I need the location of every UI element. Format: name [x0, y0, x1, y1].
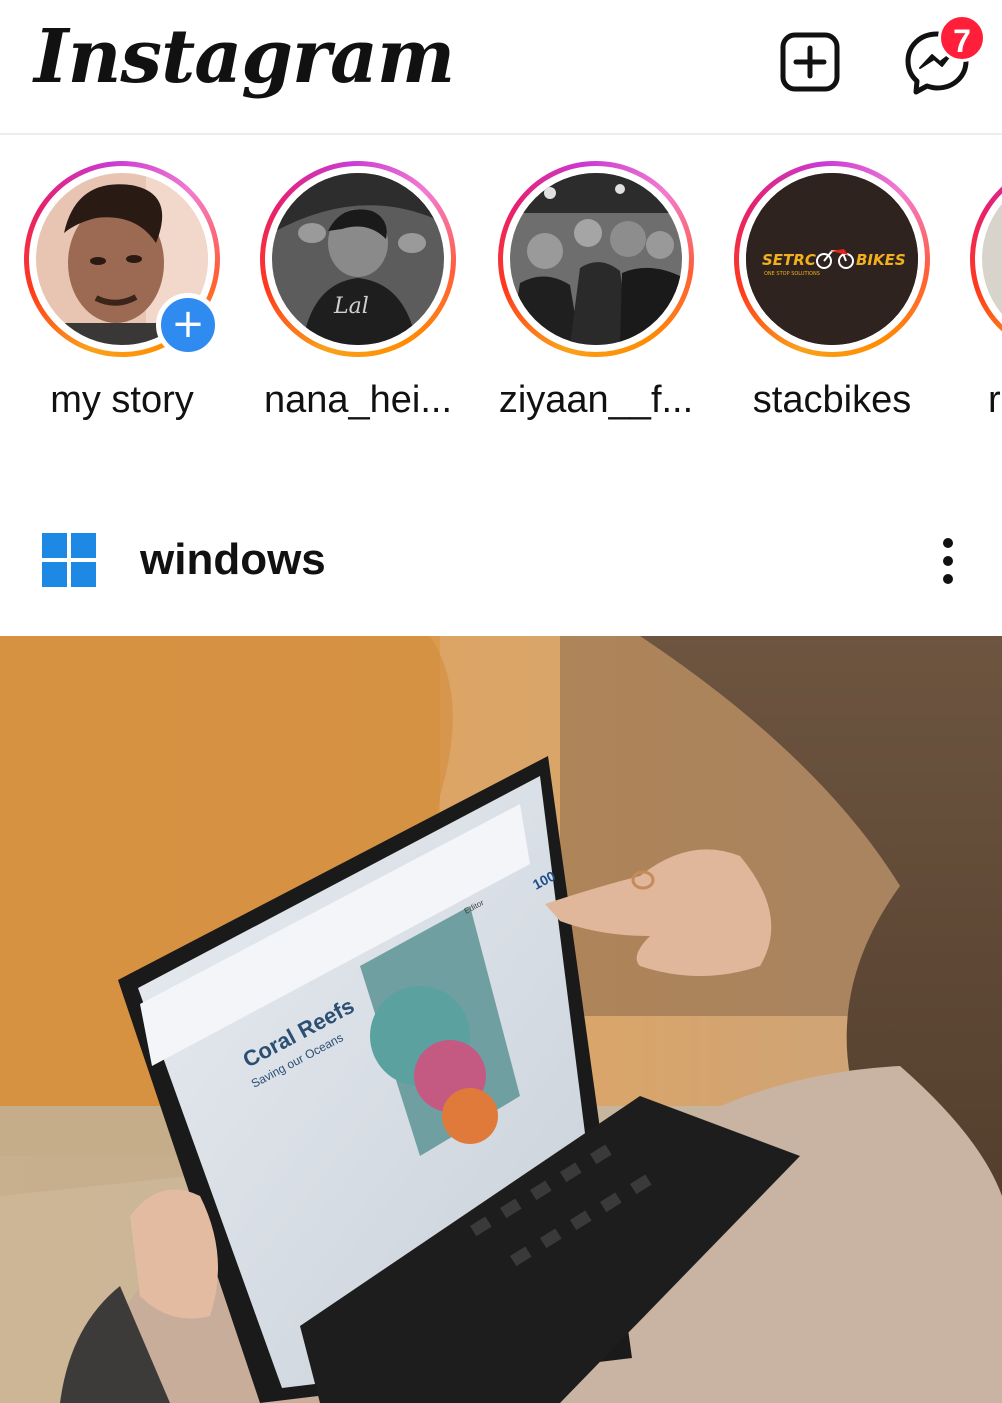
- story-ziyaan-f[interactable]: ziyaan__f...: [496, 161, 696, 422]
- avatar: Lal: [272, 173, 444, 345]
- post-username[interactable]: windows: [140, 535, 326, 585]
- instagram-logo: Instagram: [34, 14, 455, 100]
- svg-text:ONE STOP SOLUTIONS: ONE STOP SOLUTIONS: [764, 271, 820, 277]
- story-ring: +: [24, 161, 220, 357]
- svg-text:SETRC: SETRC: [762, 251, 816, 269]
- post-image[interactable]: Coral Reefs Saving our Oceans 100 Editor: [0, 636, 1002, 1403]
- add-story-button[interactable]: +: [156, 293, 220, 357]
- top-app-bar: Instagram 7: [0, 0, 1002, 135]
- stacbikes-logo: SETRC BIKES ONE STOP SOLUTIONS: [746, 173, 918, 345]
- story-ring: Lal: [260, 161, 456, 357]
- story-label: ziyaan__f...: [498, 379, 694, 421]
- post-header: windows: [0, 505, 1002, 635]
- story-stacbikes[interactable]: SETRC BIKES ONE STOP SOLUTIONS stacbikes: [732, 161, 932, 422]
- avatar: SETRC BIKES ONE STOP SOLUTIONS: [746, 173, 918, 345]
- story-label: r: [988, 379, 1001, 421]
- story-ring: SETRC BIKES ONE STOP SOLUTIONS: [734, 161, 930, 357]
- windows-logo-icon[interactable]: [42, 533, 96, 587]
- story-my-story[interactable]: + my story: [22, 161, 222, 422]
- avatar: [510, 173, 682, 345]
- messenger-unread-badge: 7: [938, 14, 986, 62]
- story-partial[interactable]: r: [968, 161, 1002, 422]
- story-label: my story: [50, 379, 194, 421]
- add-square-icon[interactable]: [778, 30, 842, 94]
- story-ring: [970, 161, 1002, 357]
- story-ring: [498, 161, 694, 357]
- more-options-icon[interactable]: [930, 537, 966, 585]
- avatar: [982, 173, 1002, 345]
- story-label: nana_hei...: [263, 379, 453, 421]
- story-label: stacbikes: [752, 379, 912, 421]
- story-nana-hei[interactable]: Lal nana_hei...: [258, 161, 458, 422]
- svg-text:BIKES: BIKES: [856, 251, 906, 269]
- svg-text:Lal: Lal: [333, 294, 369, 319]
- stories-tray: + my story Lal nana_hei... ziyaan__f... …: [0, 135, 1002, 435]
